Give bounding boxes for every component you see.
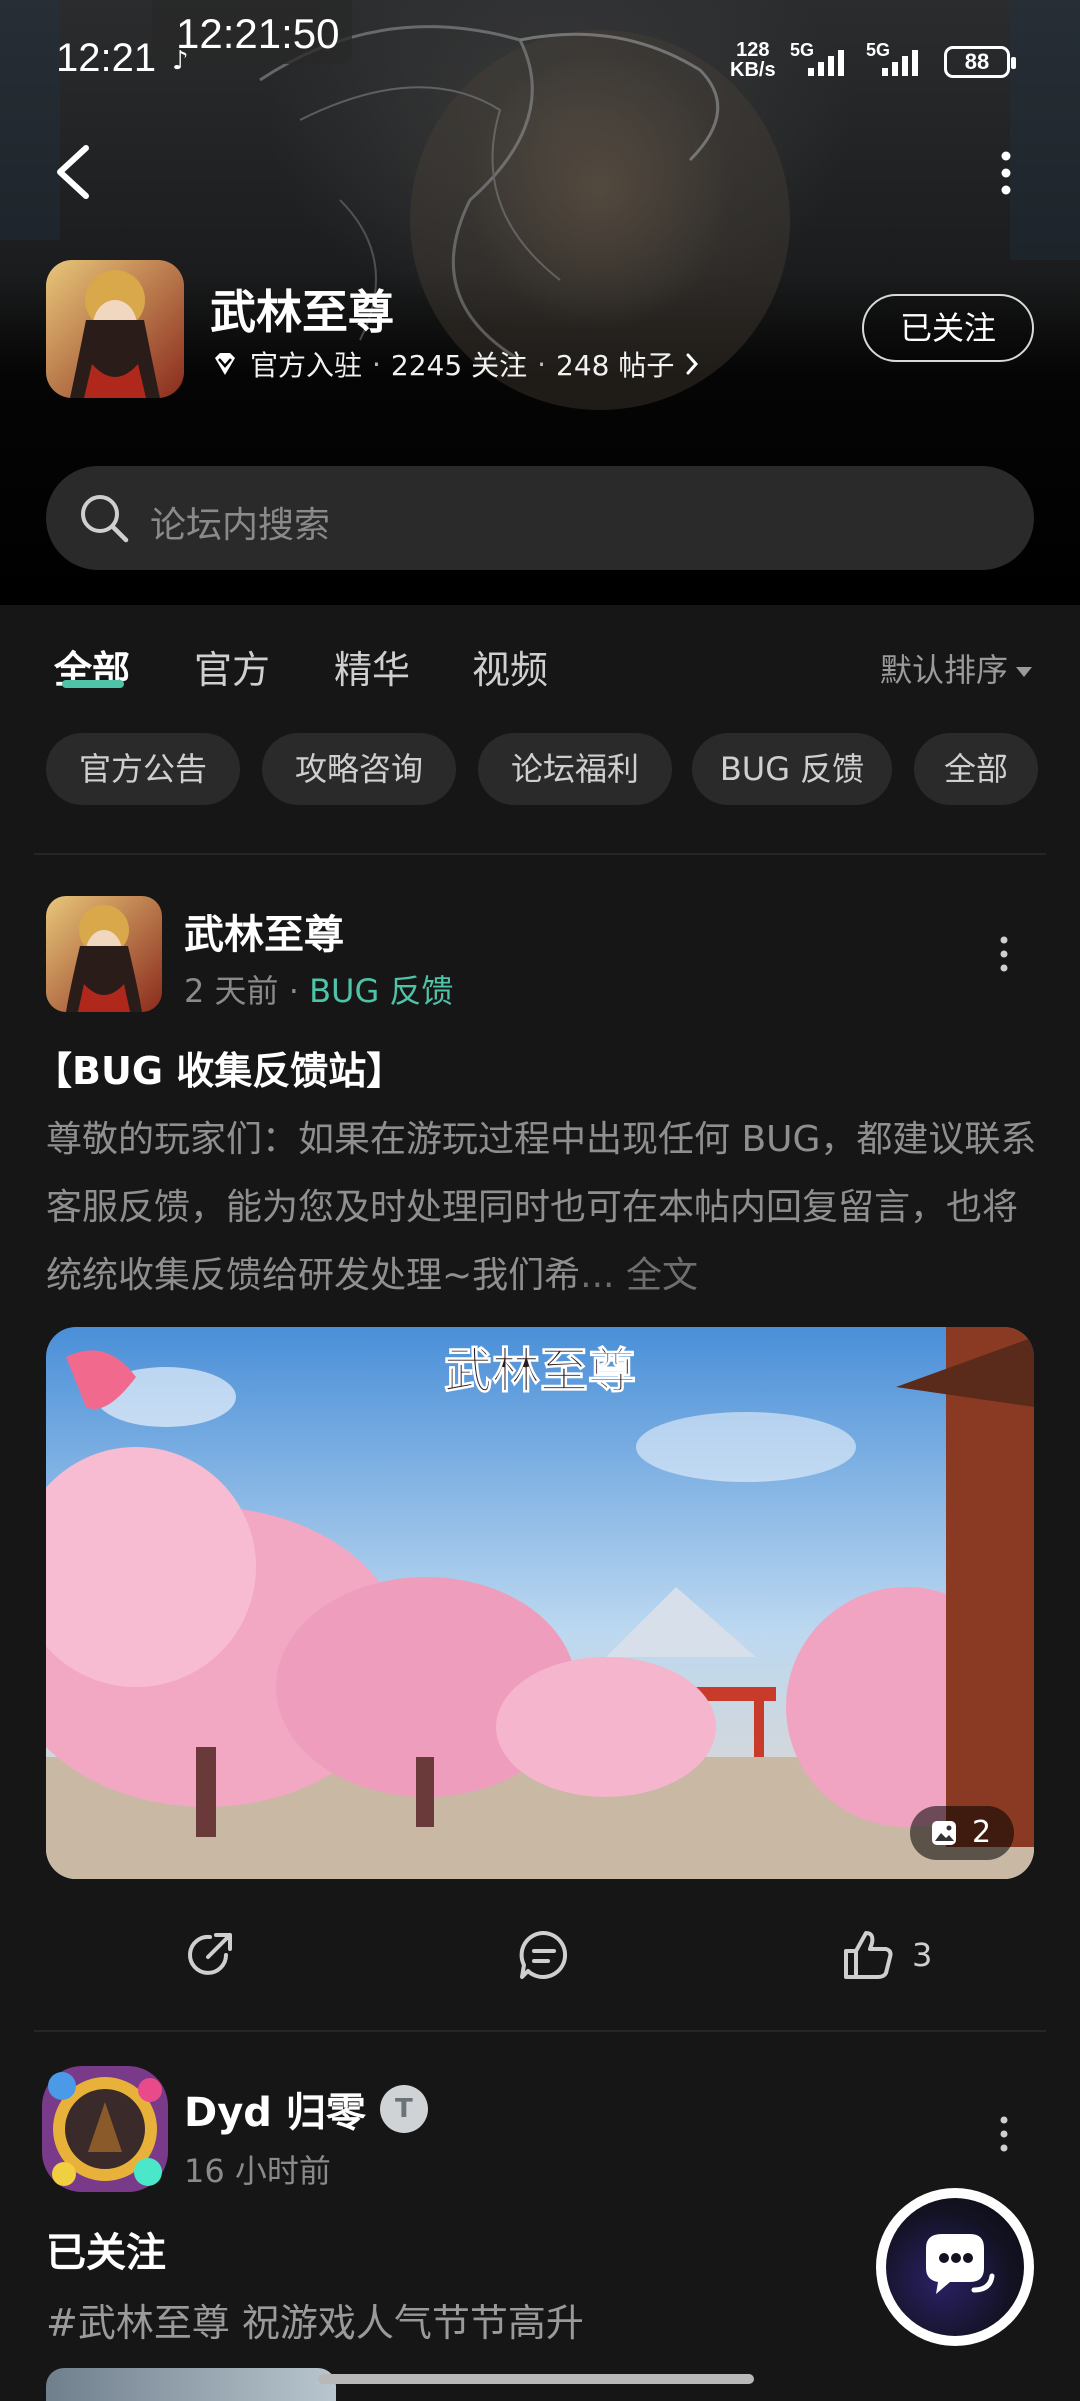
- signal-icon: [808, 50, 844, 76]
- post-body[interactable]: 尊敬的玩家们：如果在游玩过程中出现任何 BUG，都建议联系客服反馈，能为您及时处…: [46, 1106, 1042, 1310]
- like-count: 3: [912, 1936, 933, 1974]
- category-tabs: 全部 官方 精华 视频 默认排序: [0, 605, 1080, 715]
- tab-featured[interactable]: 精华: [334, 639, 410, 694]
- divider: [34, 2030, 1046, 2032]
- verified-diamond-icon: [215, 353, 235, 375]
- post-author-avatar[interactable]: [38, 2062, 172, 2196]
- post-author-avatar[interactable]: [46, 896, 162, 1012]
- battery-indicator: 88: [944, 46, 1016, 78]
- chat-fab-inner: [886, 2198, 1024, 2336]
- sort-dropdown[interactable]: 默认排序: [880, 645, 1033, 691]
- read-more-link[interactable]: ... 全文: [580, 1255, 698, 1296]
- search-input[interactable]: 论坛内搜索: [46, 466, 1034, 570]
- post-image[interactable]: [46, 2368, 336, 2401]
- active-tab-indicator: [62, 680, 124, 688]
- follow-button[interactable]: 已关注: [862, 294, 1034, 362]
- image-gallery-icon: [932, 1821, 956, 1845]
- share-icon[interactable]: [180, 1925, 240, 1985]
- floating-clock-text: 12:21:50: [176, 10, 340, 57]
- more-options-icon[interactable]: [990, 148, 1022, 198]
- sort-label: 默认排序: [880, 651, 1009, 689]
- status-bar: 12:21 12:21:50 ♪ 128 KB/s 5G 5G 88: [0, 0, 1080, 90]
- image-game-logo: 武林至尊: [444, 1343, 636, 1399]
- search-placeholder: 论坛内搜索: [150, 505, 331, 546]
- chat-bubble-icon: [926, 2234, 995, 2294]
- network-speed-value: 128: [736, 39, 770, 61]
- image-count: 2: [972, 1815, 992, 1850]
- followers-count: 2245 关注: [390, 349, 528, 382]
- chat-floating-button[interactable]: [876, 2188, 1034, 2346]
- post-more-icon[interactable]: [988, 934, 1020, 974]
- posts-count: 248 帖子: [556, 349, 675, 382]
- separator-dot: ·: [537, 347, 546, 381]
- chip-strategy[interactable]: 攻略咨询: [262, 733, 456, 805]
- user-level-badge: T: [379, 2085, 428, 2133]
- forum-title: 武林至尊: [210, 285, 394, 339]
- image-count-badge[interactable]: 2: [910, 1806, 1014, 1860]
- tab-official[interactable]: 官方: [194, 639, 270, 694]
- caret-down-icon: [1016, 667, 1033, 677]
- post-title[interactable]: 已关注: [46, 2220, 166, 2278]
- post-more-icon[interactable]: [988, 2114, 1020, 2154]
- signal-icon: [882, 50, 918, 76]
- post-topic-tag[interactable]: #武林至尊 祝游戏人气节节高升: [46, 2292, 584, 2347]
- network-speed: 128 KB/s: [730, 40, 776, 80]
- post-author-name[interactable]: 武林至尊: [184, 902, 344, 960]
- tiktok-icon: ♪: [172, 46, 189, 76]
- search-icon: [81, 495, 129, 543]
- chip-all[interactable]: 全部: [914, 733, 1038, 805]
- post-time: 2 天前: [184, 972, 279, 1010]
- home-indicator[interactable]: [318, 2374, 754, 2384]
- forum-stats[interactable]: 官方入驻 · 2245 关注 · 248 帖子: [210, 344, 700, 384]
- chevron-right-icon: [686, 353, 699, 375]
- like-icon[interactable]: [838, 1925, 898, 1985]
- post-author-name: Dyd 归零: [184, 2090, 366, 2136]
- post-category-link[interactable]: BUG 反馈: [309, 972, 453, 1010]
- network-speed-unit: KB/s: [730, 59, 776, 81]
- tab-video[interactable]: 视频: [472, 639, 548, 694]
- status-time: 12:21: [56, 36, 157, 80]
- post-body-text: 尊敬的玩家们：如果在游玩过程中出现任何 BUG，都建议联系客服反馈，能为您及时处…: [46, 1119, 1037, 1296]
- divider: [34, 853, 1046, 855]
- comment-icon[interactable]: [514, 1925, 574, 1985]
- post-image[interactable]: 武林至尊: [46, 1327, 1034, 1879]
- chip-bug-feedback[interactable]: BUG 反馈: [692, 733, 892, 805]
- forum-header: 12:21 12:21:50 ♪ 128 KB/s 5G 5G 88 武林至尊: [0, 0, 1080, 605]
- post-title[interactable]: 【BUG 收集反馈站】: [34, 1040, 404, 1095]
- forum-avatar[interactable]: [46, 260, 184, 398]
- chip-official-announcement[interactable]: 官方公告: [46, 733, 240, 805]
- chip-welfare[interactable]: 论坛福利: [478, 733, 672, 805]
- back-button[interactable]: [46, 140, 106, 204]
- official-label: 官方入驻: [250, 349, 363, 382]
- post-author-row[interactable]: Dyd 归零 T: [184, 2080, 428, 2138]
- separator-dot: ·: [372, 347, 381, 381]
- separator-dot: ·: [288, 972, 310, 1010]
- post-meta: 2 天前 · BUG 反馈: [184, 966, 453, 1012]
- post-time: 16 小时前: [184, 2152, 331, 2190]
